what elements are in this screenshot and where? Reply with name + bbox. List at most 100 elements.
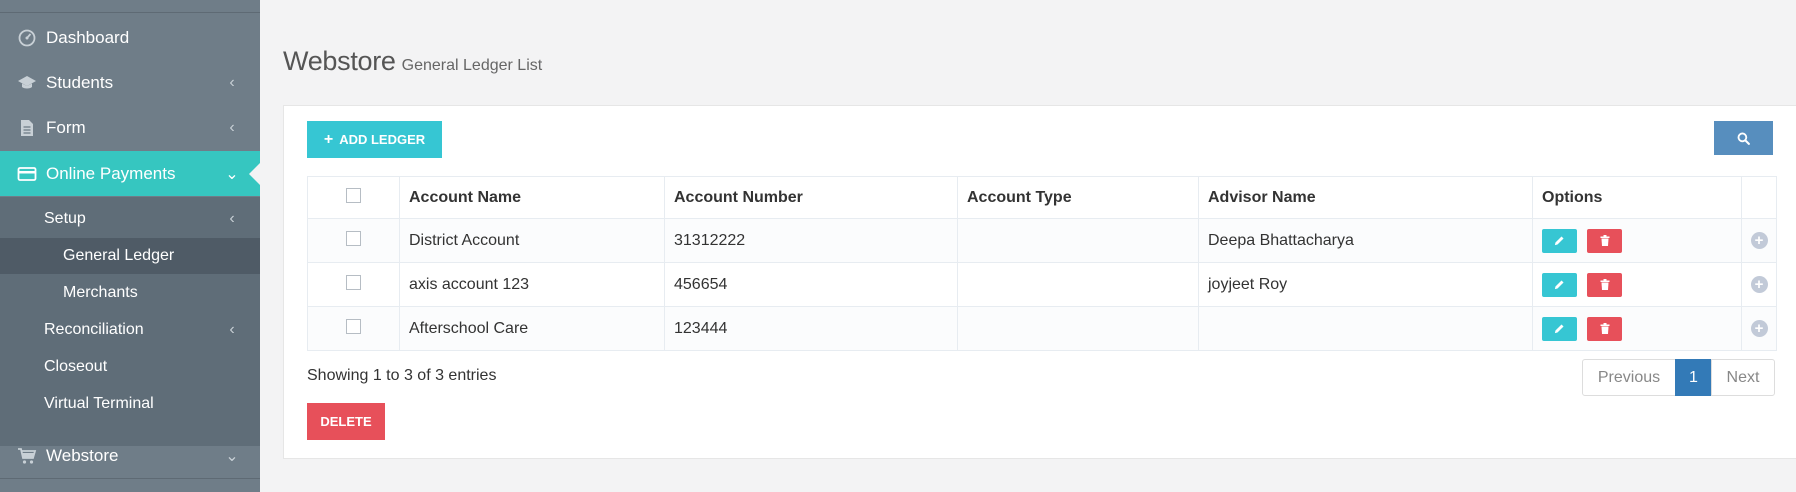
sidebar-subitem-closeout[interactable]: Closeout xyxy=(0,349,260,385)
account-name-cell: axis account 123 xyxy=(399,262,665,307)
sidebar-subitem-label: Merchants xyxy=(63,284,138,301)
graduation-cap-icon xyxy=(14,72,40,94)
pencil-icon xyxy=(1554,280,1564,290)
account-name-cell: Afterschool Care xyxy=(399,306,665,351)
column-header-options: Options xyxy=(1532,176,1742,219)
advisor-name-cell xyxy=(1198,306,1533,351)
select-all-checkbox[interactable] xyxy=(346,187,361,203)
active-indicator xyxy=(249,162,260,185)
pagination-next[interactable]: Next xyxy=(1711,359,1775,396)
account-type-cell xyxy=(957,262,1199,307)
column-header-account-type[interactable]: Account Type xyxy=(957,176,1199,219)
delete-row-button[interactable] xyxy=(1587,316,1622,341)
sidebar-item-label: Online Payments xyxy=(46,163,176,183)
shopping-cart-icon xyxy=(14,445,40,467)
page-title: Webstore xyxy=(283,46,396,76)
delete-button[interactable]: DELETE xyxy=(307,403,385,440)
account-number-cell: 456654 xyxy=(664,262,958,307)
options-cell xyxy=(1532,218,1742,263)
account-type-cell xyxy=(957,306,1199,351)
expand-row-icon[interactable]: + xyxy=(1750,231,1768,249)
chevron-left-icon: ‹ xyxy=(229,73,235,91)
expand-row-icon[interactable]: + xyxy=(1750,319,1768,337)
add-ledger-button[interactable]: + ADD LEDGER xyxy=(307,121,442,158)
expand-cell: + xyxy=(1741,218,1777,263)
trash-icon xyxy=(1600,323,1609,334)
sidebar-subitem-general-ledger[interactable]: General Ledger xyxy=(0,238,260,274)
column-header-account-number[interactable]: Account Number xyxy=(664,176,958,219)
sidebar-item-dashboard[interactable]: Dashboard xyxy=(0,15,260,60)
ledger-table: Account Name Account Number Account Type… xyxy=(307,176,1777,351)
sidebar-item-webstore[interactable]: Webstore ⌄ xyxy=(0,433,260,478)
row-checkbox[interactable] xyxy=(346,318,361,334)
page-header: Webstore General Ledger List xyxy=(283,46,542,77)
pagination-page-current[interactable]: 1 xyxy=(1675,359,1712,396)
row-checkbox[interactable] xyxy=(346,230,361,246)
sidebar-divider xyxy=(0,478,260,479)
page-subtitle: General Ledger List xyxy=(401,57,543,74)
account-number-cell: 31312222 xyxy=(664,218,958,263)
entries-info: Showing 1 to 3 of 3 entries xyxy=(307,367,497,384)
table-row: axis account 123 456654 joyjeet Roy + xyxy=(307,262,1777,307)
sidebar-subitem-label: Reconciliation xyxy=(44,321,144,338)
file-icon xyxy=(14,117,40,139)
row-select-cell xyxy=(307,262,400,307)
chevron-down-icon: ⌄ xyxy=(225,165,239,183)
sidebar-subitem-merchants[interactable]: Merchants xyxy=(0,275,260,311)
row-select-cell xyxy=(307,306,400,351)
edit-button[interactable] xyxy=(1542,228,1577,253)
sidebar-subitem-label: Virtual Terminal xyxy=(44,395,154,412)
table-row: Afterschool Care 123444 + xyxy=(307,306,1777,351)
sidebar-subitem-label: Closeout xyxy=(44,358,108,375)
sidebar-subitem-virtual-terminal[interactable]: Virtual Terminal xyxy=(0,386,260,422)
row-checkbox[interactable] xyxy=(346,274,361,290)
chevron-left-icon: ‹ xyxy=(229,321,235,338)
sidebar-subitem-reconciliation[interactable]: Reconciliation ‹ xyxy=(0,312,260,348)
expand-cell: + xyxy=(1741,262,1777,307)
select-all-cell xyxy=(307,176,400,219)
sidebar-item-students[interactable]: Students ‹ xyxy=(0,60,260,105)
account-name-cell: District Account xyxy=(399,218,665,263)
delete-row-button[interactable] xyxy=(1587,272,1622,297)
options-cell xyxy=(1532,306,1742,351)
sidebar-item-label: Form xyxy=(46,117,86,137)
plus-icon: + xyxy=(323,130,334,148)
chevron-left-icon: ‹ xyxy=(229,210,235,227)
edit-button[interactable] xyxy=(1542,272,1577,297)
pagination-previous[interactable]: Previous xyxy=(1582,359,1676,396)
pagination: Previous 1 Next xyxy=(1582,359,1775,396)
add-ledger-label: ADD LEDGER xyxy=(339,132,426,147)
column-header-expand xyxy=(1741,176,1777,219)
expand-cell: + xyxy=(1741,306,1777,351)
expand-row-icon[interactable]: + xyxy=(1750,275,1768,293)
sidebar-subitem-setup[interactable]: Setup ‹ xyxy=(0,201,260,237)
advisor-name-cell: joyjeet Roy xyxy=(1198,262,1533,307)
sidebar-submenu: Setup ‹ General Ledger Merchants Reconci… xyxy=(0,197,260,446)
pencil-icon xyxy=(1554,324,1564,334)
sidebar-item-online-payments[interactable]: Online Payments ⌄ xyxy=(0,151,260,196)
column-header-account-name[interactable]: Account Name xyxy=(399,176,665,219)
sidebar-item-label: Students xyxy=(46,72,114,92)
column-header-advisor-name[interactable]: Advisor Name xyxy=(1198,176,1533,219)
table-header-row: Account Name Account Number Account Type… xyxy=(307,176,1777,219)
pencil-icon xyxy=(1554,236,1564,246)
account-number-cell: 123444 xyxy=(664,306,958,351)
trash-icon xyxy=(1600,279,1609,290)
dashboard-icon xyxy=(14,27,40,49)
sidebar-item-label: Dashboard xyxy=(46,27,130,47)
sidebar-divider xyxy=(0,12,260,13)
row-select-cell xyxy=(307,218,400,263)
sidebar-item-label: Webstore xyxy=(46,445,119,465)
edit-button[interactable] xyxy=(1542,316,1577,341)
search-button[interactable] xyxy=(1714,121,1773,155)
sidebar-item-form[interactable]: Form ‹ xyxy=(0,105,260,150)
chevron-down-icon: ⌄ xyxy=(225,447,239,465)
account-type-cell xyxy=(957,218,1199,263)
table-row: District Account 31312222 Deepa Bhattach… xyxy=(307,218,1777,263)
ledger-panel: + ADD LEDGER Account Name Account Number… xyxy=(283,105,1796,459)
sidebar-subitem-label: Setup xyxy=(44,210,86,227)
trash-icon xyxy=(1600,235,1609,246)
delete-row-button[interactable] xyxy=(1587,228,1622,253)
credit-card-icon xyxy=(14,163,40,185)
chevron-left-icon: ‹ xyxy=(229,118,235,136)
